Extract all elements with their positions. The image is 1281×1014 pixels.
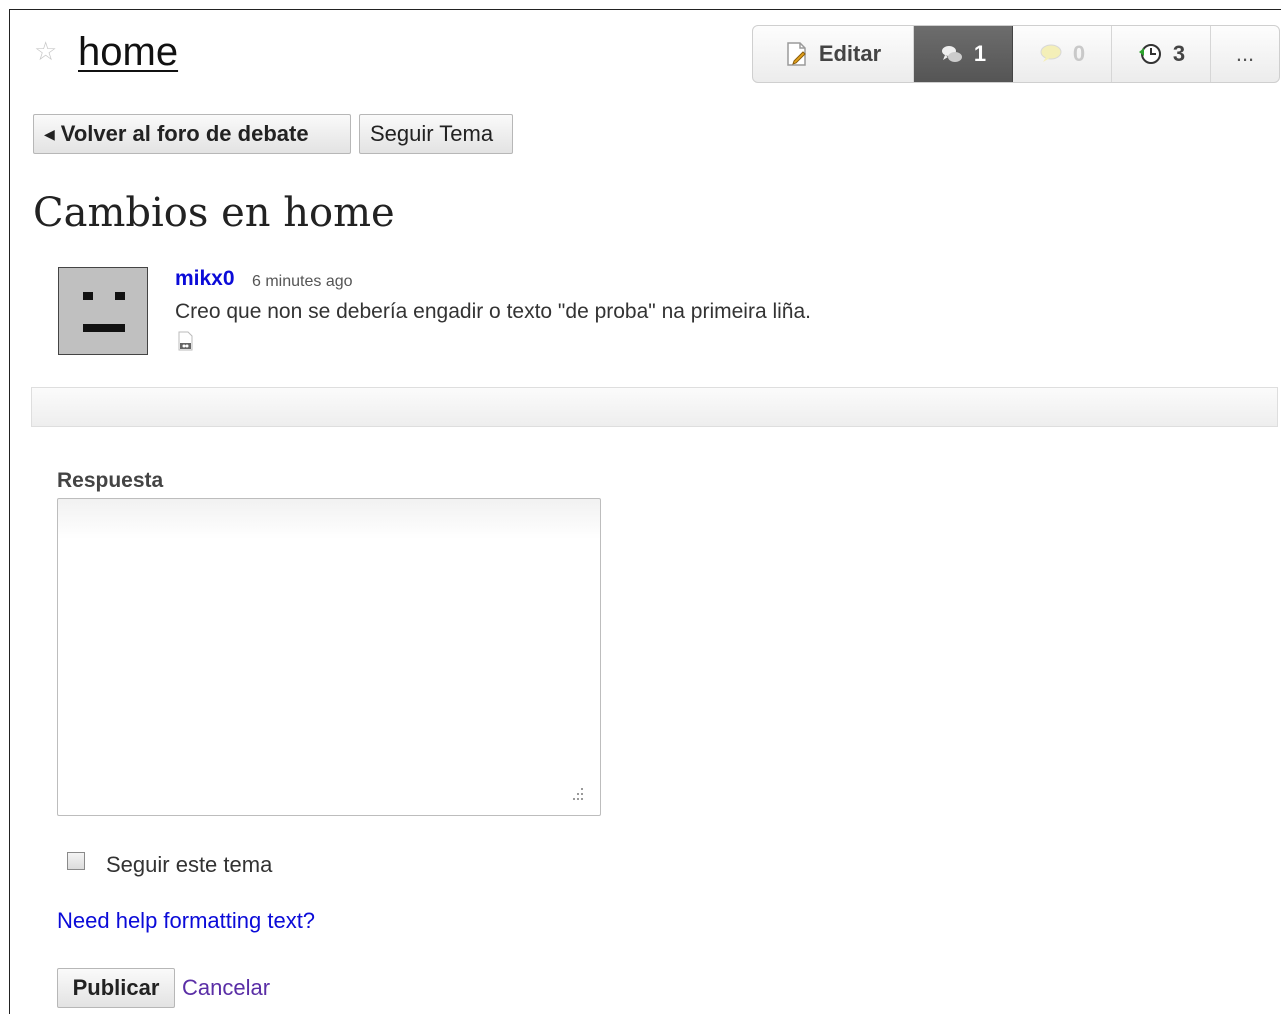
reply-label: Respuesta <box>57 469 164 492</box>
reply-textarea[interactable] <box>57 498 601 816</box>
back-label: Volver al foro de debate <box>60 121 309 146</box>
history-clock-icon <box>1137 42 1163 66</box>
cancel-link[interactable]: Cancelar <box>182 975 270 1001</box>
resize-grip-icon[interactable] <box>564 783 586 805</box>
thread-divider <box>31 387 1278 427</box>
comments-button[interactable]: 0 <box>1013 26 1112 82</box>
permalink-icon[interactable] <box>176 331 196 356</box>
post-body: Creo que non se debería engadir o texto … <box>175 300 811 323</box>
more-button[interactable]: ... <box>1211 26 1279 82</box>
watch-star-icon[interactable]: ☆ <box>34 38 57 64</box>
publish-button[interactable]: Publicar <box>57 968 175 1008</box>
avatar-eye-right <box>115 292 125 300</box>
comments-count: 0 <box>1072 41 1086 66</box>
more-label: ... <box>1235 41 1255 66</box>
topic-title: Cambios en home <box>33 190 395 236</box>
follow-topic-checkbox-label[interactable]: Seguir este tema <box>106 852 272 878</box>
follow-label: Seguir Tema <box>370 121 494 146</box>
post-author-link[interactable]: mikx0 <box>175 267 235 291</box>
chevron-left-icon: ◀ <box>44 125 55 142</box>
history-count: 3 <box>1172 41 1186 66</box>
page-toolbar: Editar 1 0 3 ... <box>752 25 1280 83</box>
talk-button[interactable]: 1 <box>914 26 1013 82</box>
edit-page-icon <box>785 41 809 67</box>
history-button[interactable]: 3 <box>1112 26 1211 82</box>
avatar-mouth <box>83 324 125 332</box>
post-timestamp: 6 minutes ago <box>252 273 353 290</box>
avatar-eye-left <box>83 292 93 300</box>
avatar[interactable] <box>58 267 148 355</box>
comment-bubble-icon <box>1039 43 1063 65</box>
talk-bubbles-icon <box>940 43 964 65</box>
edit-label: Editar <box>818 41 882 66</box>
publish-label: Publicar <box>72 975 160 1000</box>
back-to-forum-button[interactable]: ◀ Volver al foro de debate <box>33 114 351 154</box>
page-title[interactable]: home <box>78 26 178 78</box>
follow-topic-checkbox[interactable] <box>67 852 85 870</box>
formatting-help-link[interactable]: Need help formatting text? <box>57 908 315 934</box>
follow-topic-button[interactable]: Seguir Tema <box>359 114 513 154</box>
edit-button[interactable]: Editar <box>753 26 914 82</box>
talk-count: 1 <box>973 41 987 66</box>
